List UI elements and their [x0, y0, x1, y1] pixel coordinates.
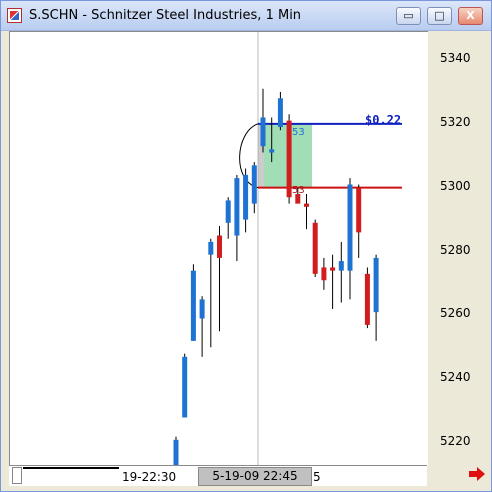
title-bar[interactable]: S.SCHN - Schnitzer Steel Industries, 1 M… [1, 1, 491, 31]
candle-body [234, 178, 240, 236]
maximize-button[interactable]: □ [427, 7, 452, 25]
candle-body [243, 174, 249, 220]
box-top-label: 53 [292, 127, 305, 138]
window-title: S.SCHN - Schnitzer Steel Industries, 1 M… [29, 8, 302, 23]
price-tick-label: 5280 [440, 242, 471, 257]
scroll-track [23, 467, 119, 469]
candle-body [321, 267, 327, 281]
candle-body [277, 98, 283, 128]
chart-area[interactable]: $0.22 53 53 [9, 31, 428, 466]
time-label-tail: 5 [313, 470, 321, 484]
price-tick-label: 5340 [440, 51, 471, 65]
candle-body [182, 356, 188, 418]
time-label-current: 5-19-09 22:45 [198, 467, 312, 486]
candle-body [225, 200, 231, 223]
minimize-button[interactable]: ▭ [396, 7, 421, 25]
candle-body [269, 149, 275, 153]
price-tick-label: 5320 [440, 114, 471, 129]
app-icon [7, 8, 22, 23]
candle-body [260, 117, 266, 147]
candle-body [330, 267, 336, 271]
price-tick-label: 5260 [440, 306, 471, 321]
close-button[interactable]: X [458, 7, 483, 25]
candle-body [217, 235, 222, 258]
price-tick-label: 5300 [440, 178, 471, 193]
candle-body [190, 270, 196, 341]
candle-body [373, 257, 379, 313]
candle-body [199, 299, 205, 319]
time-label-left: 19-22:30 [122, 470, 177, 484]
scroll-thumb[interactable] [12, 467, 22, 484]
candle-body [208, 241, 214, 255]
candle-body [338, 261, 344, 271]
chart-window: S.SCHN - Schnitzer Steel Industries, 1 M… [0, 0, 492, 492]
candle-body [312, 222, 318, 274]
box-bottom-label: 53 [292, 185, 305, 196]
candle-body [347, 184, 353, 271]
price-tick-label: 5240 [440, 370, 471, 385]
candle-body [356, 187, 362, 233]
candle-body [304, 203, 309, 207]
candle-body [173, 439, 179, 466]
candle-body [364, 273, 370, 325]
scroll-right-arrow-icon[interactable] [467, 467, 487, 481]
price-tick-label: 5220 [440, 434, 471, 448]
chart-plot[interactable]: $0.22 53 53 [10, 32, 428, 466]
price-difference-label: $0.22 [365, 113, 401, 127]
candle-body [251, 165, 257, 204]
candle-body [286, 120, 292, 198]
